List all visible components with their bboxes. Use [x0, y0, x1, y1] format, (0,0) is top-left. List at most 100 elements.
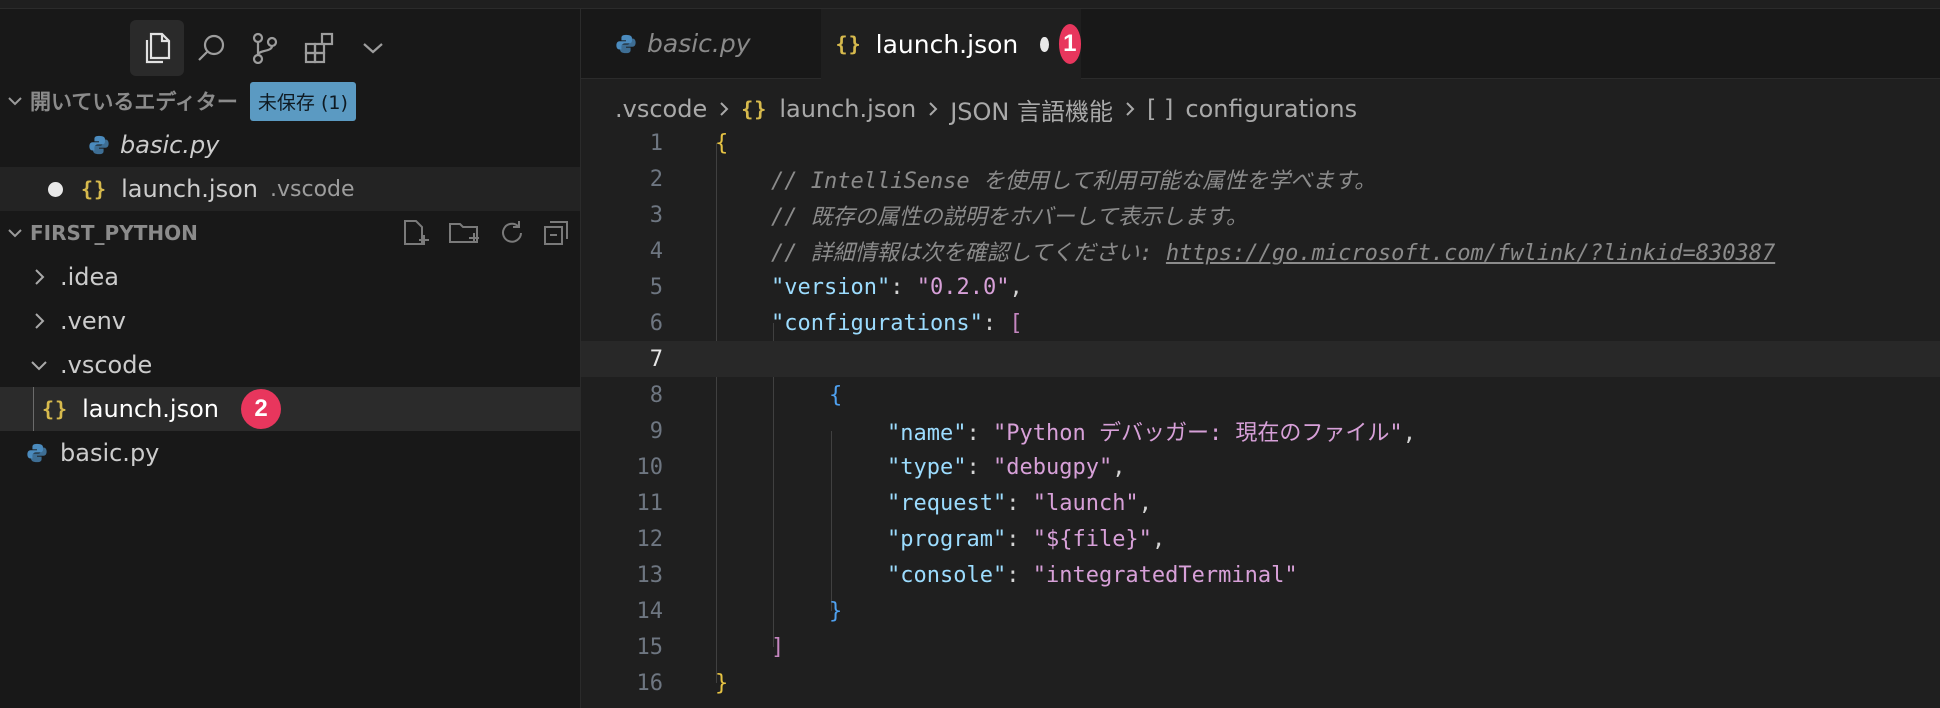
- code-line: 1 {: [581, 125, 1940, 161]
- line-number: 1: [649, 130, 663, 156]
- code-kv: "configurations": [: [771, 310, 1023, 336]
- json-key: "version": [771, 274, 891, 300]
- collapse-all-icon[interactable]: [542, 219, 570, 247]
- json-value: "integratedTerminal": [1032, 562, 1298, 588]
- title-bar-edge: [0, 0, 1940, 9]
- code-text: }: [715, 670, 729, 696]
- code-text: }: [829, 598, 843, 624]
- code-line: 2 // IntelliSense を使用して利用可能な属性を学べます。: [581, 161, 1940, 197]
- activity-bar: [130, 19, 400, 77]
- json-key: "request": [887, 490, 1007, 516]
- code-kv: "type": "debugpy",: [887, 454, 1126, 480]
- line-number: 4: [649, 238, 663, 264]
- open-editor-item-basic-py[interactable]: basic.py: [0, 123, 580, 167]
- explorer-toolbar: [402, 219, 570, 247]
- code-kv: "request": "launch",: [887, 490, 1152, 516]
- open-editor-item-launch-json[interactable]: {} launch.json .vscode: [0, 167, 580, 211]
- breadcrumb-item[interactable]: configurations: [1185, 95, 1357, 123]
- search-icon[interactable]: [184, 20, 238, 76]
- tree-file-launch-json[interactable]: {} launch.json 2: [0, 387, 580, 431]
- chevron-down-icon: [26, 359, 52, 371]
- new-folder-icon[interactable]: [448, 219, 482, 247]
- line-number: 16: [636, 670, 664, 696]
- chevron-right-icon: [928, 95, 938, 123]
- line-number: 7: [649, 346, 663, 372]
- json-icon: {}: [741, 97, 768, 121]
- sidebar: 開いているエディター 未保存 (1) basic.py {} launch.js…: [0, 9, 581, 708]
- tree-label: launch.json: [82, 395, 219, 423]
- code-text: ]: [771, 634, 785, 660]
- project-title: FIRST_PYTHON: [30, 221, 198, 245]
- chevron-down-icon: [0, 95, 30, 107]
- code-line: 4 // 詳細情報は次を確認してください: https://go.microso…: [581, 233, 1940, 269]
- json-icon: {}: [42, 397, 69, 421]
- code-line: 15 ]: [581, 629, 1940, 665]
- code-line: 12 "program": "${file}",: [581, 521, 1940, 557]
- unsaved-badge: 未保存 (1): [249, 81, 356, 121]
- refresh-icon[interactable]: [498, 219, 526, 247]
- python-icon: [616, 34, 636, 53]
- json-value: "${file}": [1032, 526, 1152, 552]
- chevron-down-icon[interactable]: [346, 20, 400, 76]
- open-editors-header[interactable]: 開いているエディター 未保存 (1): [0, 79, 580, 123]
- line-number: 13: [636, 562, 664, 588]
- json-key: "name": [887, 421, 967, 446]
- tree-folder-idea[interactable]: .idea: [0, 255, 580, 299]
- json-key: "program": [887, 526, 1007, 552]
- code-line: 10 "type": "debugpy",: [581, 449, 1940, 485]
- tree-folder-vscode[interactable]: .vscode: [0, 343, 580, 387]
- chevron-right-icon: [719, 95, 729, 123]
- chevron-right-icon: [1125, 95, 1135, 123]
- code-comment-line: // 詳細情報は次を確認してください: https://go.microsoft…: [771, 235, 1775, 267]
- json-punc: ,: [1138, 490, 1152, 516]
- json-punc: ,: [1009, 274, 1023, 300]
- modified-dot-icon[interactable]: [1040, 36, 1049, 52]
- open-editors-title: 開いているエディター: [30, 90, 238, 114]
- code-comment: // IntelliSense を使用して利用可能な属性を学べます。: [771, 169, 1377, 194]
- breadcrumb-item[interactable]: .vscode: [615, 95, 707, 123]
- code-line: 13 "console": "integratedTerminal": [581, 557, 1940, 593]
- json-icon: {}: [835, 32, 862, 56]
- tree-folder-venv[interactable]: .venv: [0, 299, 580, 343]
- extensions-icon[interactable]: [292, 20, 346, 76]
- code-line: 8 {: [581, 377, 1940, 413]
- json-value: "launch": [1032, 490, 1139, 516]
- json-value: "Python デバッガー: 現在のファイル": [992, 421, 1403, 446]
- line-number: 8: [649, 382, 663, 408]
- tree-file-basic-py[interactable]: basic.py: [0, 431, 580, 475]
- line-number: 2: [649, 166, 663, 192]
- line-number: 12: [636, 526, 664, 552]
- json-icon: {}: [81, 177, 108, 201]
- code-text: {: [715, 130, 729, 156]
- open-editor-label: basic.py: [120, 131, 220, 159]
- chevron-right-icon: [26, 312, 52, 330]
- line-number: 6: [649, 310, 663, 336]
- tab-launch-json[interactable]: {} launch.json 1: [821, 9, 1082, 79]
- tree-label: .vscode: [60, 351, 153, 379]
- chevron-right-icon: [26, 268, 52, 286]
- code-text: {: [829, 382, 843, 408]
- code-kv: "version": "0.2.0",: [771, 274, 1023, 300]
- open-editor-label: launch.json: [121, 175, 258, 203]
- code-link[interactable]: https://go.microsoft.com/fwlink/?linkid=…: [1166, 241, 1775, 266]
- breadcrumb-item[interactable]: launch.json: [779, 95, 916, 123]
- code-editor[interactable]: 1 { 2 // IntelliSense を使用して利用可能な属性を学べます。…: [581, 125, 1940, 701]
- explorer-icon[interactable]: [130, 20, 184, 76]
- modified-dot-icon[interactable]: [48, 181, 63, 197]
- tab-basic-py[interactable]: basic.py: [581, 9, 822, 78]
- open-editor-folder-suffix: .vscode: [270, 176, 355, 202]
- array-icon: [ ]: [1147, 95, 1174, 123]
- breadcrumb-item[interactable]: JSON 言語機能: [950, 92, 1113, 127]
- json-key: "configurations": [771, 310, 983, 336]
- project-header[interactable]: FIRST_PYTHON: [0, 211, 580, 255]
- new-file-icon[interactable]: [402, 219, 432, 247]
- chevron-down-icon: [0, 227, 30, 239]
- code-line: 6 "configurations": [: [581, 305, 1940, 341]
- json-key: "type": [887, 454, 967, 480]
- line-number: 11: [636, 490, 664, 516]
- source-control-icon[interactable]: [238, 20, 292, 76]
- line-number: 3: [649, 202, 663, 228]
- code-line: 5 "version": "0.2.0",: [581, 269, 1940, 305]
- editor-area: basic.py {} launch.json 1 .vscode {} lau…: [581, 9, 1940, 708]
- line-number: 14: [636, 598, 664, 624]
